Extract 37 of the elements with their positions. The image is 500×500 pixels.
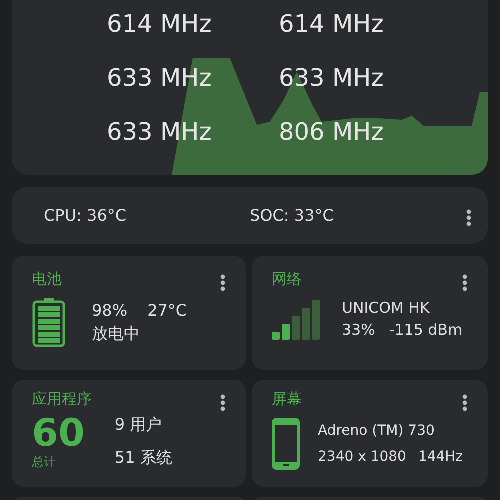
- cpu-temperature: CPU: 36°C: [44, 206, 128, 225]
- carrier-name: UNICOM HK: [342, 299, 431, 317]
- core-frequency: 633 MHz: [107, 118, 213, 146]
- core-frequency: 806 MHz: [279, 118, 385, 146]
- battery-temperature: 27°C: [148, 301, 188, 320]
- battery-card[interactable]: 电池 98% 27°C 放电中: [12, 256, 246, 370]
- apps-card[interactable]: 应用程序 60 总计 9 用户 51 系统: [12, 380, 246, 487]
- screen-card[interactable]: 屏幕 Adreno (TM) 730 2340 x 1080 144Hz: [252, 380, 488, 487]
- system-apps: 51 系统: [114, 448, 172, 468]
- core-frequency: 633 MHz: [107, 64, 213, 92]
- core-frequency: 633 MHz: [279, 64, 385, 92]
- more-options-icon[interactable]: [220, 394, 226, 412]
- user-apps: 9 用户: [114, 414, 164, 436]
- phone-icon: [272, 418, 300, 470]
- refresh-rate: 144Hz: [418, 449, 464, 465]
- card-title: 网络: [272, 270, 302, 289]
- total-label: 总计: [32, 454, 57, 471]
- battery-icon: [32, 298, 66, 348]
- more-options-icon[interactable]: [462, 274, 468, 292]
- card-title: 屏幕: [272, 390, 302, 409]
- app-total: 60: [32, 412, 85, 454]
- card-title: 电池: [32, 270, 62, 289]
- network-card[interactable]: 网络 UNICOM HK 33% -115 dBm: [252, 256, 488, 370]
- signal-dbm: -115 dBm: [389, 321, 463, 339]
- screen-resolution: 2340 x 1080: [318, 449, 406, 465]
- more-options-icon[interactable]: [466, 208, 472, 226]
- card-title: 应用程序: [32, 390, 92, 409]
- battery-status: 放电中: [92, 324, 141, 345]
- gpu-name: Adreno (TM) 730: [318, 423, 436, 439]
- core-frequency: 614 MHz: [107, 10, 213, 38]
- core-frequency: 614 MHz: [279, 10, 385, 38]
- soc-temperature: SOC: 33°C: [250, 206, 335, 225]
- more-options-icon[interactable]: [462, 394, 468, 412]
- signal-strength: 33%: [342, 321, 376, 339]
- battery-level: 98%: [92, 301, 128, 320]
- more-options-icon[interactable]: [220, 274, 226, 292]
- signal-icon: [272, 298, 322, 340]
